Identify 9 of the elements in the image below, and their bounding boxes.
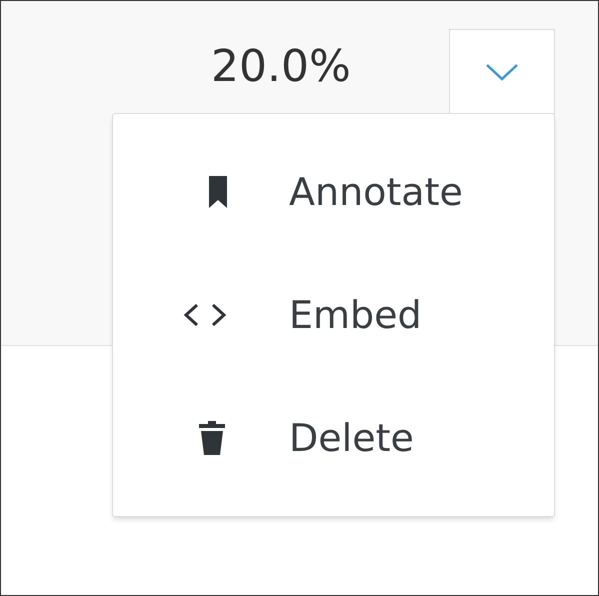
menu-item[interactable]: Annotate xyxy=(113,160,554,224)
menu-item[interactable]: Delete xyxy=(113,406,554,470)
menu-item[interactable]: Embed xyxy=(113,284,554,346)
chevron-icon xyxy=(485,62,519,82)
percentage-value: 20.0% xyxy=(211,40,351,94)
bookmark-icon xyxy=(209,176,227,208)
trash-icon xyxy=(197,420,227,456)
code-icon xyxy=(183,303,227,327)
dropdown-button[interactable] xyxy=(449,29,555,115)
